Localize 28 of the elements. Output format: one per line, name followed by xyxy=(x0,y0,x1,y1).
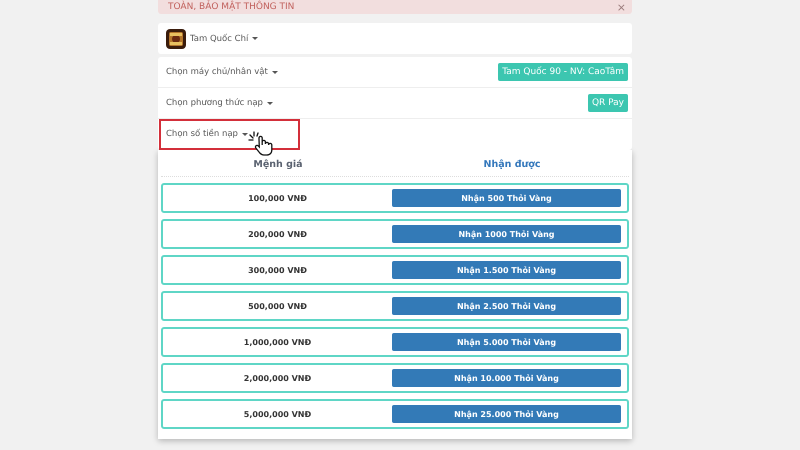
amount-text: 200,000 VNĐ xyxy=(247,230,308,238)
reward-button[interactable]: Nhận 1.500 Thỏi Vàng xyxy=(392,261,621,279)
option-dropdown[interactable]: Chọn máy chủ/nhân vật xyxy=(166,67,278,77)
amount-option[interactable]: 500,000 VNĐ Nhận 2.500 Thỏi Vàng xyxy=(161,291,629,321)
amount-option[interactable]: 1,000,000 VNĐ Nhận 5.000 Thỏi Vàng xyxy=(161,327,629,357)
amount-text: 300,000 VNĐ xyxy=(247,266,308,274)
amount-text: 1,000,000 VNĐ xyxy=(242,338,312,346)
reward-button[interactable]: Nhận 500 Thỏi Vàng xyxy=(392,189,621,207)
alert-text: TOÀN, BẢO MẬT THÔNG TIN xyxy=(168,2,294,12)
amount-text: 500,000 VNĐ xyxy=(247,302,308,310)
reward-button[interactable]: Nhận 5.000 Thỏi Vàng xyxy=(392,333,621,351)
amount-option[interactable]: 200,000 VNĐ Nhận 1000 Thỏi Vàng xyxy=(161,219,629,249)
game-selector[interactable]: Tam Quốc Chí xyxy=(190,34,258,44)
column-header: Mệnh giá xyxy=(252,158,304,170)
column-header: Nhận được xyxy=(482,158,542,170)
amount-option[interactable]: 5,000,000 VNĐ Nhận 25.000 Thỏi Vàng xyxy=(161,399,629,429)
reward-button[interactable]: Nhận 1000 Thỏi Vàng xyxy=(392,225,621,243)
amount-text: 5,000,000 VNĐ xyxy=(242,410,312,418)
amount-option[interactable]: 100,000 VNĐ Nhận 500 Thỏi Vàng xyxy=(161,183,629,213)
amount-text: 100,000 VNĐ xyxy=(247,194,308,202)
amount-option[interactable]: 300,000 VNĐ Nhận 1.500 Thỏi Vàng xyxy=(161,255,629,285)
reward-button[interactable]: Nhận 2.500 Thỏi Vàng xyxy=(392,297,621,315)
amount-text: 2,000,000 VNĐ xyxy=(242,374,312,382)
option-dropdown[interactable]: Chọn phương thức nạp xyxy=(166,98,273,108)
amount-option[interactable]: 2,000,000 VNĐ Nhận 10.000 Thỏi Vàng xyxy=(161,363,629,393)
reward-button[interactable]: Nhận 10.000 Thỏi Vàng xyxy=(392,369,621,387)
reward-button[interactable]: Nhận 25.000 Thỏi Vàng xyxy=(392,405,621,423)
option-dropdown[interactable]: Chọn số tiền nạp xyxy=(166,129,248,139)
